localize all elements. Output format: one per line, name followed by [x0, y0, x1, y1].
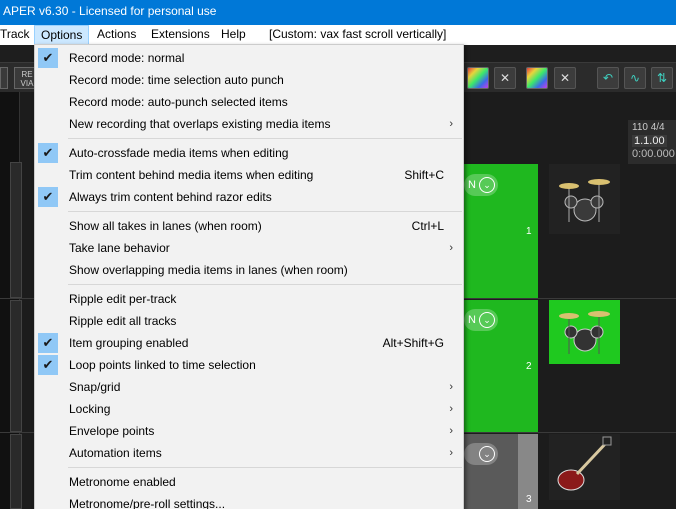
- menu-item-take-lane-behavior[interactable]: Take lane behavior ›: [36, 237, 463, 259]
- menu-item-label: Snap/grid: [69, 380, 121, 394]
- menu-item-auto-crossfade[interactable]: ✔ Auto-crossfade media items when editin…: [36, 142, 463, 164]
- time-position: 0:00.000: [632, 148, 675, 160]
- menu-item-label: Loop points linked to time selection: [69, 358, 256, 372]
- track-number: 2: [526, 361, 532, 372]
- menu-item-label: Show all takes in lanes (when room): [69, 219, 262, 233]
- track-1-header[interactable]: [10, 162, 22, 298]
- menu-item-label: Metronome enabled: [69, 475, 176, 489]
- menubar: Track Options Actions Extensions Help [C…: [0, 25, 676, 45]
- menu-item-show-takes-in-lanes[interactable]: Show all takes in lanes (when room) Ctrl…: [36, 215, 463, 237]
- menu-item-label: Record mode: time selection auto punch: [69, 73, 284, 87]
- menu-item-label: Metronome/pre-roll settings...: [69, 497, 226, 509]
- menu-item-label: Envelope points: [69, 424, 155, 438]
- menu-item-label: Record mode: auto-punch selected items: [69, 95, 288, 109]
- item-label-pill[interactable]: N ⌄: [464, 309, 498, 331]
- menu-separator: [68, 467, 462, 468]
- menu-item-ripple-all-tracks[interactable]: Ripple edit all tracks: [36, 310, 463, 332]
- menu-options[interactable]: Options: [34, 25, 90, 45]
- undo-icon[interactable]: ↶: [597, 67, 619, 89]
- menu-item-record-mode-time-selection[interactable]: Record mode: time selection auto punch: [36, 69, 463, 91]
- menu-item-item-grouping[interactable]: ✔ Item grouping enabled Alt+Shift+G: [36, 332, 463, 354]
- track-number: 1: [526, 226, 532, 237]
- menu-item-label: Always trim content behind razor edits: [69, 190, 272, 204]
- item-label: N: [468, 179, 476, 191]
- menu-item-label: Ripple edit per-track: [69, 292, 177, 306]
- submenu-arrow-icon: ›: [449, 425, 453, 437]
- menu-item-show-overlapping-items[interactable]: Show overlapping media items in lanes (w…: [36, 259, 463, 281]
- menu-actions[interactable]: Actions: [97, 25, 136, 45]
- check-icon: ✔: [38, 333, 58, 353]
- menu-help[interactable]: Help: [221, 25, 246, 45]
- color-items-icon[interactable]: [467, 67, 489, 89]
- menu-item-metronome-enabled[interactable]: Metronome enabled: [36, 471, 463, 493]
- submenu-arrow-icon: ›: [449, 381, 453, 393]
- item-label: N: [468, 314, 476, 326]
- menu-item-trim-behind-items[interactable]: Trim content behind media items when edi…: [36, 164, 463, 186]
- drumkit-thumbnail: [549, 164, 620, 234]
- menu-item-trim-behind-razor[interactable]: ✔ Always trim content behind razor edits: [36, 186, 463, 208]
- submenu-arrow-icon: ›: [449, 447, 453, 459]
- submenu-arrow-icon: ›: [449, 242, 453, 254]
- waveform-icon[interactable]: ∿: [624, 67, 646, 89]
- menu-item-envelope-points[interactable]: Envelope points ›: [36, 420, 463, 442]
- split-icon[interactable]: ⇅: [651, 67, 673, 89]
- menu-item-label: Show overlapping media items in lanes (w…: [69, 263, 348, 277]
- check-icon: ✔: [38, 355, 58, 375]
- custom-action-label[interactable]: [Custom: vax fast scroll vertically]: [269, 25, 446, 45]
- menu-item-shortcut: Ctrl+L: [411, 219, 444, 233]
- menu-item-label: Ripple edit all tracks: [69, 314, 177, 328]
- track-2-header[interactable]: [10, 300, 22, 432]
- menu-item-metronome-settings[interactable]: Metronome/pre-roll settings...: [36, 493, 463, 509]
- menu-separator: [68, 211, 462, 212]
- check-icon: ✔: [38, 143, 58, 163]
- item-label-pill[interactable]: N ⌄: [464, 174, 498, 196]
- submenu-arrow-icon: ›: [449, 118, 453, 130]
- close-icon[interactable]: ✕: [554, 67, 576, 89]
- menu-item-ripple-per-track[interactable]: Ripple edit per-track: [36, 288, 463, 310]
- menu-separator: [68, 138, 462, 139]
- menu-item-label: Item grouping enabled: [69, 336, 189, 350]
- menu-item-loop-points-linked[interactable]: ✔ Loop points linked to time selection: [36, 354, 463, 376]
- chevron-down-icon[interactable]: ⌄: [479, 312, 495, 328]
- timeline-ruler[interactable]: 110 4/4 1.1.00 0:00.000: [628, 120, 676, 164]
- check-icon: ✔: [38, 48, 58, 68]
- menu-item-label: Auto-crossfade media items when editing: [69, 146, 289, 160]
- check-icon: ✔: [38, 187, 58, 207]
- menu-item-record-mode-normal[interactable]: ✔ Record mode: normal: [36, 47, 463, 69]
- submenu-arrow-icon: ›: [449, 403, 453, 415]
- guitar-thumbnail: [549, 434, 620, 500]
- toolbar-button-partial[interactable]: [0, 67, 8, 89]
- menu-item-shortcut: Shift+C: [404, 168, 444, 182]
- menu-item-automation-items[interactable]: Automation items ›: [36, 442, 463, 464]
- menu-item-locking[interactable]: Locking ›: [36, 398, 463, 420]
- drumkit-thumbnail: [549, 300, 620, 364]
- menu-item-label: Locking: [69, 402, 111, 416]
- item-label-pill[interactable]: ⌄: [464, 443, 498, 465]
- track-3-header[interactable]: [10, 434, 22, 509]
- menu-separator: [68, 284, 462, 285]
- menu-item-label: Take lane behavior: [69, 241, 170, 255]
- menu-item-label: Trim content behind media items when edi…: [69, 168, 314, 182]
- bar-position: 1.1.00: [632, 135, 667, 147]
- menu-item-snap-grid[interactable]: Snap/grid ›: [36, 376, 463, 398]
- tempo-signature: 110 4/4: [632, 122, 665, 133]
- color-tracks-icon[interactable]: [526, 67, 548, 89]
- menu-item-label: Record mode: normal: [69, 51, 185, 65]
- menu-item-label: New recording that overlaps existing med…: [69, 117, 331, 131]
- menu-item-label: Automation items: [69, 446, 162, 460]
- menu-track[interactable]: Track: [0, 25, 30, 45]
- menu-item-shortcut: Alt+Shift+G: [382, 336, 444, 350]
- chevron-down-icon[interactable]: ⌄: [479, 177, 495, 193]
- options-menu: ✔ Record mode: normal Record mode: time …: [34, 44, 464, 509]
- close-icon[interactable]: ✕: [494, 67, 516, 89]
- window-title: APER v6.30 - Licensed for personal use: [0, 0, 676, 25]
- track-number: 3: [526, 494, 532, 505]
- chevron-down-icon[interactable]: ⌄: [479, 446, 495, 462]
- menu-extensions[interactable]: Extensions: [151, 25, 210, 45]
- menu-item-record-mode-auto-punch[interactable]: Record mode: auto-punch selected items: [36, 91, 463, 113]
- menu-item-new-recording-overlaps[interactable]: New recording that overlaps existing med…: [36, 113, 463, 135]
